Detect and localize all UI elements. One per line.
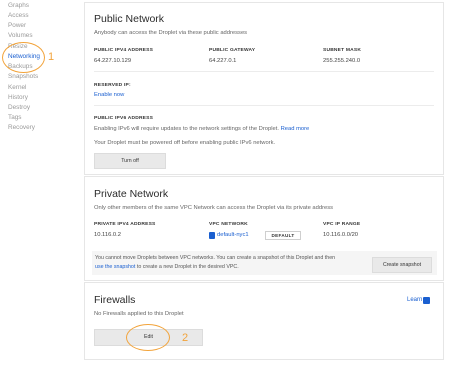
firewalls-title: Firewalls xyxy=(94,294,136,306)
ipv6-description: Enabling IPv6 will require updates to th… xyxy=(94,126,309,132)
private-network-title: Private Network xyxy=(94,188,169,200)
vpc-network-label: VPC NETWORK xyxy=(209,222,248,227)
sidebar-item-graphs[interactable]: Graphs xyxy=(8,2,29,10)
reserved-ip-label: RESERVED IP: xyxy=(94,83,131,88)
vpc-ip-range-value[interactable]: 10.116.0.0/20 xyxy=(323,232,358,238)
vpc-notice-text-2: to create a new Droplet in the desired V… xyxy=(136,264,239,270)
public-ipv6-label: PUBLIC IPV6 ADDRESS xyxy=(94,116,154,121)
public-network-panel: Public Network Anybody can access the Dr… xyxy=(84,2,444,175)
learn-link[interactable]: Learn xyxy=(407,297,422,303)
public-ipv4-label: PUBLIC IPV4 ADDRESS xyxy=(94,48,154,53)
ipv6-text: Enabling IPv6 will require updates to th… xyxy=(94,126,279,132)
sidebar-item-volumes[interactable]: Volumes xyxy=(8,32,33,40)
sidebar-item-history[interactable]: History xyxy=(8,94,28,102)
private-network-subtitle: Only other members of the same VPC Netwo… xyxy=(94,205,334,211)
sidebar-item-snapshots[interactable]: Snapshots xyxy=(8,73,38,81)
public-network-subtitle: Anybody can access the Droplet via these… xyxy=(94,30,248,36)
subnet-mask-value[interactable]: 255.255.240.0 xyxy=(323,58,360,64)
turn-off-button[interactable]: Turn off xyxy=(94,153,166,169)
learn-icon[interactable] xyxy=(423,297,430,304)
private-network-panel: Private Network Only other members of th… xyxy=(84,176,444,281)
power-off-note: Your Droplet must be powered off before … xyxy=(94,140,276,146)
sidebar-item-tags[interactable]: Tags xyxy=(8,114,22,122)
private-ipv4-label: PRIVATE IPV4 ADDRESS xyxy=(94,222,156,227)
vpc-notice-line-2: use the snapshot to create a new Droplet… xyxy=(95,264,239,270)
use-snapshot-link[interactable]: use the snapshot xyxy=(95,264,135,270)
sidebar-item-power[interactable]: Power xyxy=(8,22,26,30)
annotation-circle-edit xyxy=(126,324,170,351)
vpc-default-badge: DEFAULT xyxy=(265,231,301,240)
public-network-title: Public Network xyxy=(94,13,165,25)
enable-reserved-ip-link[interactable]: Enable now xyxy=(94,92,124,98)
public-ipv4-value[interactable]: 64.227.10.129 xyxy=(94,58,131,64)
divider xyxy=(94,71,434,72)
vpc-ip-range-label: VPC IP RANGE xyxy=(323,222,361,227)
sidebar-item-destroy[interactable]: Destroy xyxy=(8,104,30,112)
subnet-mask-label: SUBNET MASK xyxy=(323,48,362,53)
vpc-notice-text-1: You cannot move Droplets between VPC net… xyxy=(95,255,336,261)
divider xyxy=(94,105,434,106)
public-gateway-label: PUBLIC GATEWAY xyxy=(209,48,256,53)
sidebar-item-recovery[interactable]: Recovery xyxy=(8,124,35,132)
annotation-number-1: 1 xyxy=(48,51,55,63)
public-gateway-value[interactable]: 64.227.0.1 xyxy=(209,58,236,64)
read-more-link[interactable]: Read more xyxy=(281,126,310,132)
private-ipv4-value[interactable]: 10.116.0.2 xyxy=(94,232,121,238)
firewalls-subtitle: No Firewalls applied to this Droplet xyxy=(94,311,184,317)
annotation-circle-networking xyxy=(2,42,45,73)
sidebar-item-access[interactable]: Access xyxy=(8,12,29,20)
vpc-icon xyxy=(209,232,215,239)
sidebar-item-kernel[interactable]: Kernel xyxy=(8,84,26,92)
annotation-number-2: 2 xyxy=(182,332,189,344)
vpc-network-link[interactable]: default-nyc1 xyxy=(217,232,249,238)
create-snapshot-button[interactable]: Create snapshot xyxy=(372,257,432,273)
